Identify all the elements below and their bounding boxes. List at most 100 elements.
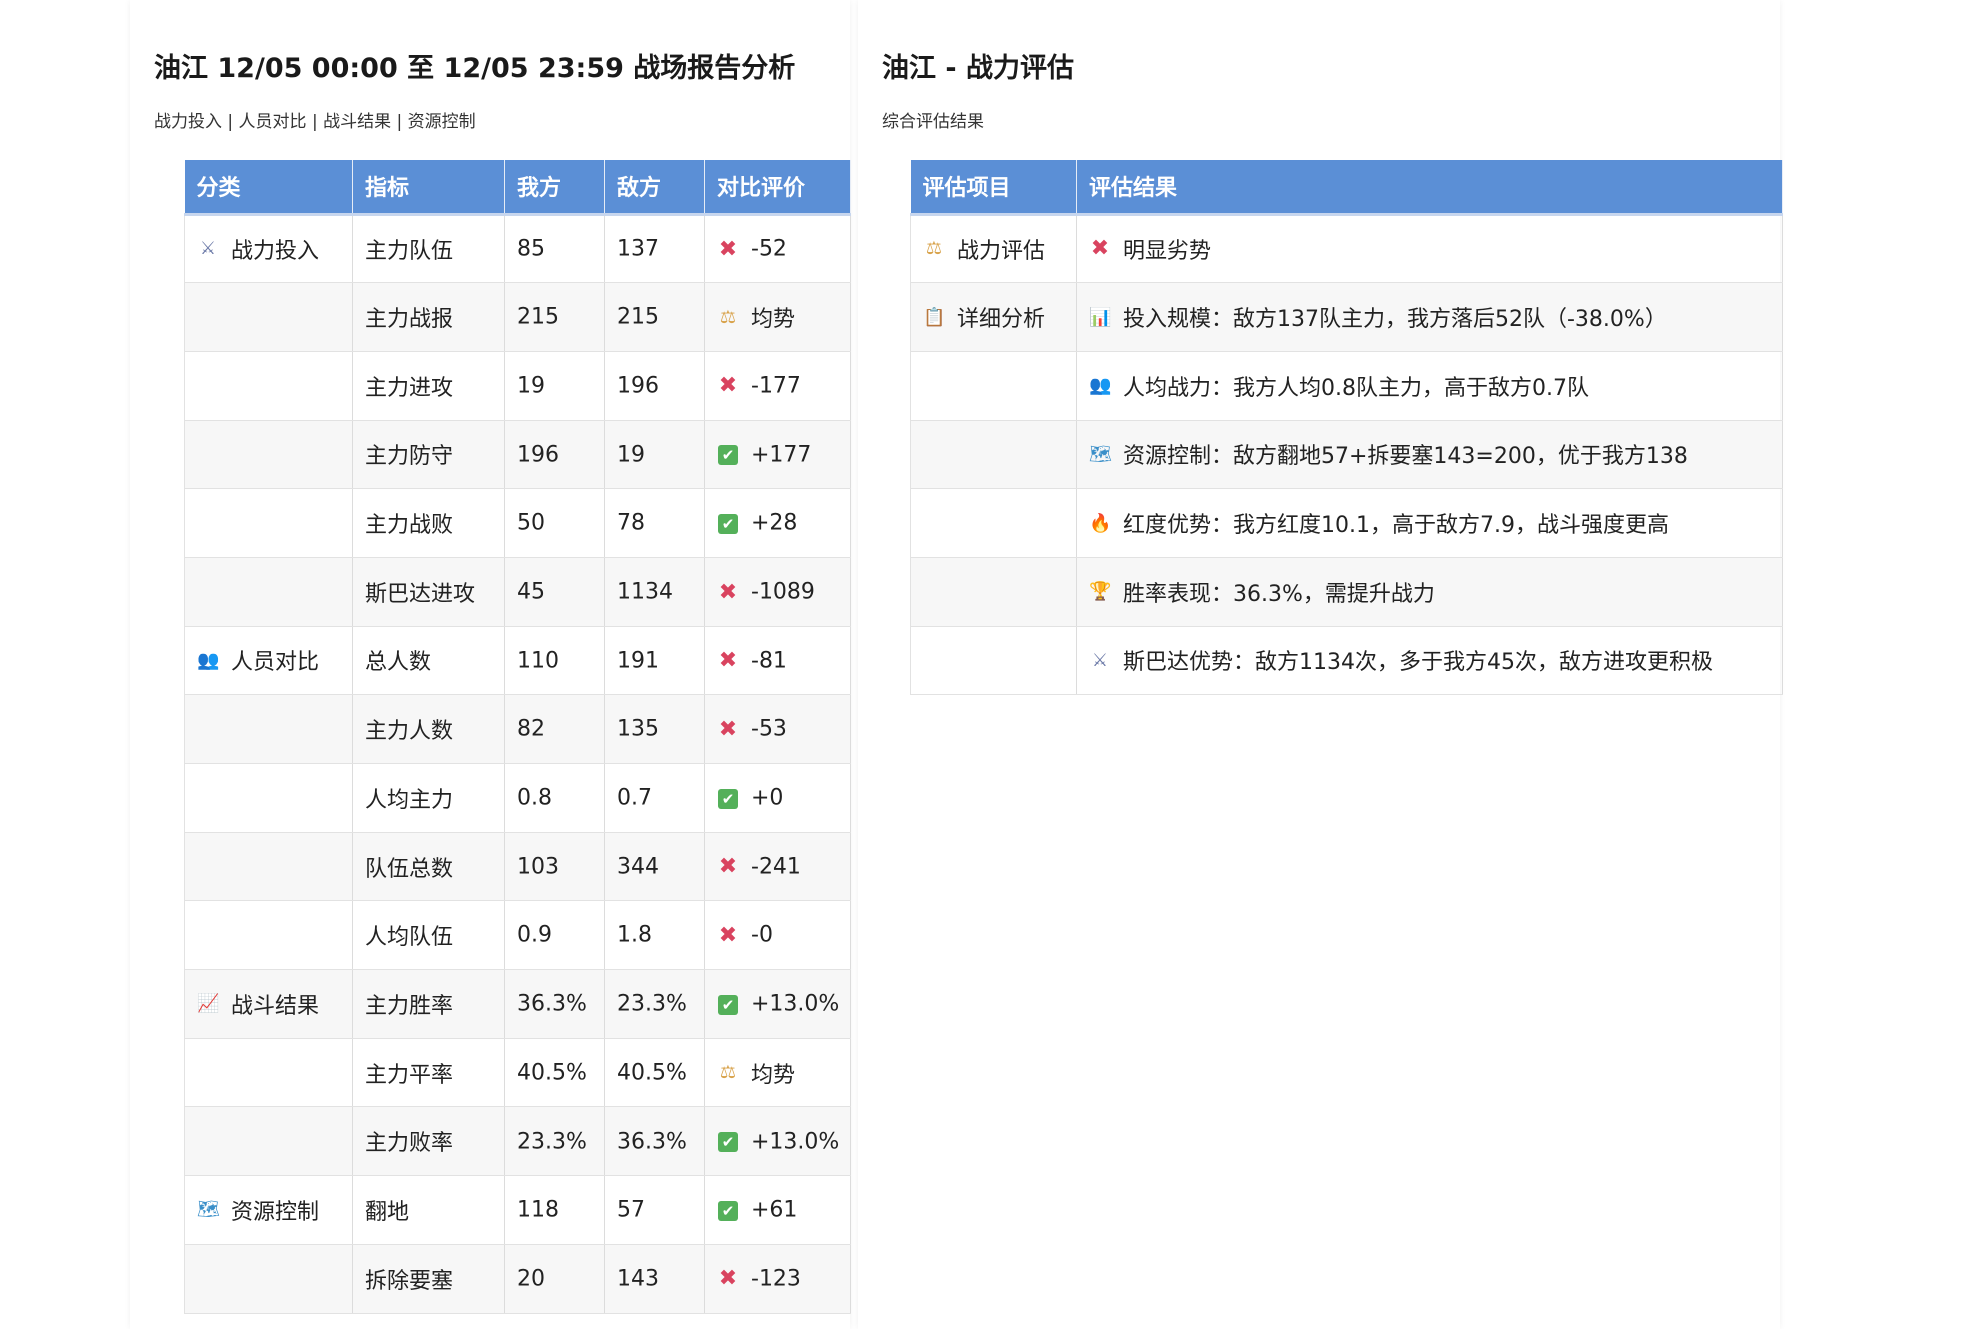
metric-cell: 队伍总数 [352, 832, 505, 902]
check-mark-icon: ✔ [717, 1131, 739, 1153]
cross-mark-icon: ✖ [718, 854, 738, 880]
evaluation-value: +13.0% [751, 1129, 840, 1155]
assessment-result-cell: 🏆 胜率表现：36.3%，需提升战力 [1076, 557, 1783, 627]
table-row: 🗺 资源控制：敌方翻地57+拆要塞143=200，优于我方138 [910, 420, 1783, 490]
metric-cell: 主力平率 [352, 1038, 505, 1108]
table-row: 主力战报 215 215 ⚖ 均势 [184, 282, 851, 352]
world-map-icon: 🗺 [1089, 443, 1112, 465]
enemy-value-cell: 40.5% [604, 1038, 705, 1108]
category-label: 资源控制 [231, 1199, 320, 1225]
column-header: 评估结果 [1076, 160, 1783, 216]
our-value-cell: 36.3% [504, 969, 605, 1039]
crossed-swords-icon: ⚔ [199, 238, 217, 260]
enemy-value-cell: 196 [604, 351, 705, 421]
enemy-value: 36.3% [617, 1129, 687, 1155]
enemy-value-cell: 19 [604, 420, 705, 490]
enemy-value-cell: 23.3% [604, 969, 705, 1039]
metric: 队伍总数 [365, 856, 454, 882]
evaluation-cell: ✔ +13.0% [704, 1106, 851, 1177]
table-row: 🔥 红度优势：我方红度10.1，高于敌方7.9，战斗强度更高 [910, 488, 1783, 558]
category-cell: 📈 战斗结果 [184, 969, 353, 1039]
our-value: 23.3% [517, 1129, 587, 1155]
assessment-result-cell: 👥 人均战力：我方人均0.8队主力，高于敌方0.7队 [1076, 351, 1783, 421]
table-row: 📋 详细分析 📊 投入规模：敌方137队主力，我方落后52队（-38.0%） [910, 282, 1783, 352]
evaluation-value: 均势 [751, 1062, 796, 1088]
enemy-value: 23.3% [617, 991, 687, 1017]
enemy-value-cell: 57 [604, 1175, 705, 1245]
enemy-value: 135 [617, 716, 659, 742]
metric-cell: 斯巴达进攻 [352, 557, 505, 627]
enemy-value: 1134 [617, 579, 673, 605]
our-value: 50 [517, 510, 545, 536]
evaluation-value: -177 [751, 373, 801, 399]
metric-cell: 人均队伍 [352, 900, 505, 971]
our-value-cell: 0.8 [504, 763, 605, 833]
check-mark-icon: ✔ [717, 513, 739, 534]
enemy-value-cell: 344 [604, 832, 705, 902]
category-label: 人员对比 [231, 650, 320, 676]
assessment-item-label: 战力评估 [957, 238, 1046, 264]
category-cell [184, 694, 353, 764]
cross-mark-icon: ✖ [718, 922, 738, 948]
our-value: 85 [517, 236, 545, 262]
category-cell [184, 832, 353, 902]
cross-mark-icon: ✖ [718, 1266, 738, 1292]
cross-mark-icon: ✖ [718, 579, 738, 605]
column-header: 我方 [504, 160, 605, 216]
category-cell [184, 488, 353, 558]
evaluation-cell: ✖ -123 [704, 1244, 851, 1314]
enemy-value-cell: 143 [604, 1244, 705, 1314]
metric: 主力平率 [365, 1062, 454, 1088]
our-value-cell: 196 [504, 420, 605, 490]
our-value: 82 [517, 716, 545, 742]
metric: 主力胜率 [365, 993, 454, 1019]
our-value: 45 [517, 579, 545, 605]
evaluation-value: 均势 [751, 307, 796, 333]
metric: 总人数 [365, 650, 432, 676]
evaluation-value: +61 [751, 1197, 798, 1223]
table-row: ⚔ 战力投入 主力队伍 85 137 ✖ -52 [184, 214, 851, 284]
table-row: ⚔ 斯巴达优势：敌方1134次，多于我方45次，敌方进攻更积极 [910, 626, 1783, 696]
metric: 主力败率 [365, 1131, 454, 1157]
table-row: 拆除要塞 20 143 ✖ -123 [184, 1244, 851, 1314]
evaluation-cell: ⚖ 均势 [704, 282, 851, 352]
category-cell [184, 1038, 353, 1108]
table-row: 👥 人员对比 总人数 110 191 ✖ -81 [184, 626, 851, 696]
evaluation-value: -53 [751, 716, 787, 742]
assessment-result-cell: ⚔ 斯巴达优势：敌方1134次，多于我方45次，敌方进攻更积极 [1076, 626, 1783, 696]
assessment-item-cell: 📋 详细分析 [910, 282, 1077, 352]
assessment-item-cell [910, 488, 1077, 558]
category-cell [184, 557, 353, 627]
our-value: 36.3% [517, 991, 587, 1017]
balance-scale-icon: ⚖ [719, 1062, 737, 1084]
category-cell [184, 282, 353, 352]
our-value-cell: 118 [504, 1175, 605, 1245]
table-row: ⚖ 战力评估 ✖ 明显劣势 [910, 214, 1783, 284]
check-mark-icon: ✔ [717, 444, 739, 466]
battle-report-panel: 油江 12/05 00:00 至 12/05 23:59 战场报告分析 战力投入… [130, 0, 851, 1329]
assessment-subtitle: 综合评估结果 [882, 112, 984, 132]
evaluation-value: -1089 [751, 579, 815, 605]
check-mark-icon: ✔ [717, 994, 739, 1015]
cross-mark-icon: ✖ [718, 716, 738, 742]
category-cell [184, 1244, 353, 1314]
evaluation-cell: ✖ -81 [704, 626, 851, 696]
evaluation-value: +177 [751, 442, 812, 468]
our-value-cell: 23.3% [504, 1106, 605, 1177]
enemy-value-cell: 215 [604, 282, 705, 352]
evaluation-value: -123 [751, 1266, 801, 1292]
table-row: 人均队伍 0.9 1.8 ✖ -0 [184, 900, 851, 971]
evaluation-value: -81 [751, 648, 787, 674]
assessment-table: 评估项目 评估结果 ⚖ 战力评估 ✖ 明显劣势 📋 详细分析 📊 投入规模：敌方137队主力，… [910, 160, 1783, 696]
enemy-value: 57 [617, 1197, 645, 1223]
evaluation-value: -241 [751, 854, 801, 880]
table-row: 👥 人均战力：我方人均0.8队主力，高于敌方0.7队 [910, 351, 1783, 421]
chart-increasing-icon: 📈 [197, 993, 220, 1015]
evaluation-cell: ✖ -1089 [704, 557, 851, 627]
our-value-cell: 20 [504, 1244, 605, 1314]
our-value-cell: 0.9 [504, 900, 605, 971]
metric: 主力战报 [365, 307, 454, 333]
enemy-value: 344 [617, 854, 659, 880]
evaluation-cell: ✖ -241 [704, 832, 851, 902]
assessment-result-text: 斯巴达优势：敌方1134次，多于我方45次，敌方进攻更积极 [1123, 650, 1713, 676]
